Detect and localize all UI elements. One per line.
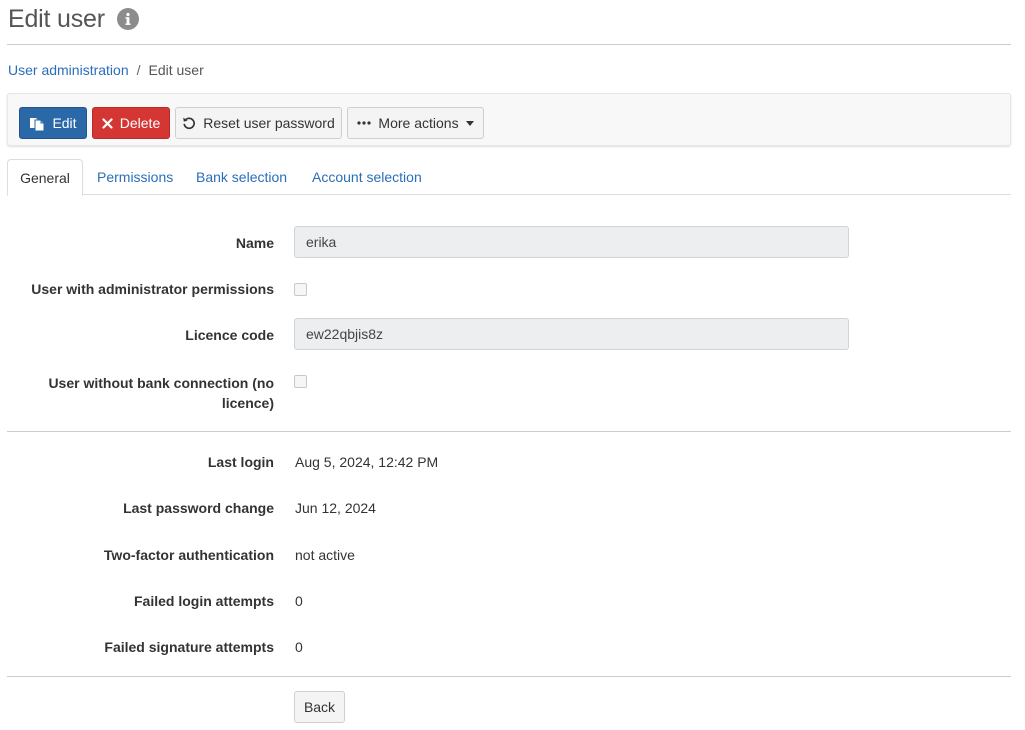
name-field[interactable] (294, 226, 849, 258)
no-bank-connection-checkbox[interactable] (294, 375, 307, 388)
reset-password-label: Reset user password (203, 115, 335, 131)
page-title: Edit user (8, 4, 105, 33)
title-divider (7, 44, 1011, 45)
two-factor-label: Two-factor authentication (103, 547, 274, 563)
section-divider (7, 431, 1011, 432)
info-icon[interactable] (116, 8, 139, 30)
caret-down-icon (465, 120, 474, 126)
undo-icon (182, 116, 196, 130)
licence-code-label: Licence code (185, 327, 274, 343)
delete-button[interactable]: Delete (92, 107, 170, 139)
back-button[interactable]: Back (294, 691, 345, 723)
licence-code-field[interactable] (294, 318, 849, 350)
tab-bank-selection[interactable]: Bank selection (196, 159, 287, 195)
close-icon (102, 117, 113, 129)
last-password-change-label: Last password change (123, 500, 274, 516)
copy-icon (29, 116, 45, 131)
tab-bar: General Permissions Bank selection Accou… (7, 159, 1011, 196)
tab-permissions[interactable]: Permissions (97, 159, 173, 195)
failed-signature-value: 0 (295, 639, 303, 655)
more-actions-button[interactable]: More actions (347, 107, 484, 139)
breadcrumb: User administration / Edit user (8, 62, 204, 78)
failed-signature-label: Failed signature attempts (104, 639, 274, 655)
admin-permissions-checkbox[interactable] (294, 283, 307, 296)
name-label: Name (235, 235, 274, 251)
edit-button-label: Edit (52, 115, 77, 131)
more-actions-label: More actions (378, 115, 459, 131)
page-header: Edit user (8, 4, 139, 34)
tab-account-selection[interactable]: Account selection (312, 159, 422, 195)
last-login-label: Last login (207, 454, 274, 470)
no-bank-connection-label: User without bank connection (no licence… (48, 373, 274, 413)
failed-login-value: 0 (295, 593, 303, 609)
tab-general[interactable]: General (7, 159, 83, 196)
admin-permissions-label: User with administrator permissions (31, 281, 274, 297)
footer-divider (7, 676, 1011, 677)
last-login-value: Aug 5, 2024, 12:42 PM (295, 454, 439, 470)
info-icon-glyph (125, 12, 131, 25)
failed-login-label: Failed login attempts (133, 593, 274, 609)
breadcrumb-user-administration[interactable]: User administration (8, 62, 129, 78)
breadcrumb-current: Edit user (148, 62, 204, 78)
last-password-change-value: Jun 12, 2024 (295, 500, 376, 516)
delete-button-label: Delete (119, 115, 161, 131)
no-bank-connection-label-line2: licence) (221, 395, 274, 411)
action-toolbar: Edit Delete Reset user password More act… (7, 93, 1011, 146)
no-bank-connection-label-line1: User without bank connection (no (48, 375, 274, 391)
breadcrumb-separator: / (136, 62, 141, 78)
reset-password-button[interactable]: Reset user password (175, 107, 342, 139)
edit-button[interactable]: Edit (19, 107, 87, 139)
ellipsis-icon (357, 121, 372, 125)
two-factor-value: not active (295, 547, 355, 563)
